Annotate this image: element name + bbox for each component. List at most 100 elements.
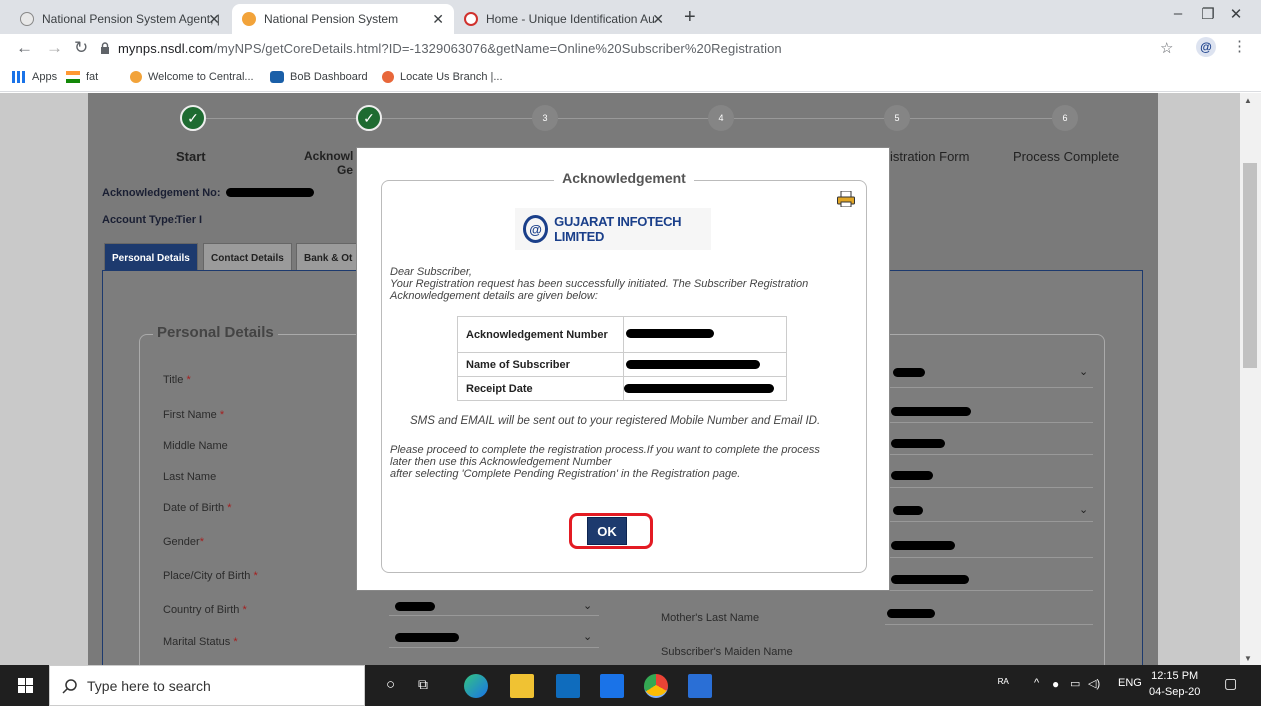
step-connector	[910, 118, 1052, 119]
step-3-indicator: 3	[532, 105, 558, 131]
back-icon[interactable]: ←	[16, 38, 33, 58]
chrome-icon[interactable]	[644, 674, 668, 698]
photos-icon[interactable]	[688, 674, 712, 698]
close-window-icon[interactable]: ✕	[1226, 5, 1246, 23]
field-label-mothers-last-name: Mother's Last Name	[661, 612, 760, 624]
tab-personal-details[interactable]: Personal Details	[104, 243, 198, 273]
acknowledgement-dialog: Acknowledgement @ GUJARAT INFOTECH LIMIT…	[356, 147, 890, 591]
tab-title: National Pension System	[264, 12, 399, 26]
proceed-line-1: Please proceed to complete the registrat…	[390, 444, 820, 456]
lock-icon	[101, 42, 109, 54]
mail-icon[interactable]	[600, 674, 624, 698]
locate-favicon-icon	[382, 71, 394, 83]
country-select-underline	[389, 615, 599, 616]
file-explorer-icon[interactable]	[510, 674, 534, 698]
bookmarks-bar: Apps fat Welcome to Central... BoB Dashb…	[0, 64, 1261, 92]
clock-date: 04-Sep-20	[1149, 686, 1201, 698]
close-tab-icon[interactable]: ✕	[208, 11, 220, 28]
chrome-tray-icon[interactable]: ●	[1052, 677, 1059, 691]
scroll-up-icon[interactable]: ▲	[1244, 96, 1252, 105]
volume-icon[interactable]: ◁)	[1088, 677, 1100, 690]
tab-title: National Pension System Agent, |	[42, 12, 220, 26]
people-icon[interactable]: ᴿᴬ	[998, 676, 1009, 690]
site-favicon-icon	[20, 12, 34, 26]
store-icon[interactable]	[556, 674, 580, 698]
browser-tab-strip: National Pension System Agent, | ✕ Natio…	[0, 0, 1261, 34]
step-1-label: Start	[176, 149, 206, 164]
notifications-icon[interactable]: ▢	[1224, 675, 1237, 692]
right-field-redacted	[891, 575, 969, 584]
search-placeholder: Type here to search	[87, 678, 211, 694]
uidai-favicon-icon	[464, 12, 478, 26]
marital-select-underline	[389, 647, 599, 648]
step-5-indicator: 5	[884, 105, 910, 131]
step-connector	[734, 118, 896, 119]
nps-favicon-icon	[242, 12, 256, 26]
field-label-place-of-birth: Place/City of Birth *	[163, 570, 258, 582]
browser-tab-uidai[interactable]: Home - Unique Identification Au ✕	[454, 4, 674, 34]
step-1-check-icon: ✓	[180, 105, 206, 131]
scrollbar-thumb[interactable]	[1243, 163, 1257, 368]
greeting-text: Dear Subscriber,	[390, 266, 472, 278]
menu-kebab-icon[interactable]: ⋮	[1232, 37, 1247, 55]
profile-avatar-icon[interactable]: @	[1196, 37, 1216, 57]
edge-icon[interactable]	[464, 674, 488, 698]
reload-icon[interactable]: ↻	[74, 38, 88, 58]
minimize-icon[interactable]: –	[1168, 5, 1188, 22]
dialog-title-wrap: Acknowledgement	[357, 170, 891, 186]
task-view-icon[interactable]: ⧉	[418, 676, 428, 693]
field-label-dob: Date of Birth *	[163, 502, 231, 514]
tab-contact-details[interactable]: Contact Details	[203, 243, 292, 273]
step-6-label: Process Complete	[1013, 149, 1120, 164]
account-type-value: Tier I	[176, 214, 203, 226]
tab-bank-other[interactable]: Bank & Ot	[296, 243, 361, 273]
step-6-indicator: 6	[1052, 105, 1078, 131]
bookmark-central[interactable]: Welcome to Central...	[130, 71, 254, 83]
browser-tab-agent[interactable]: National Pension System Agent, | ✕	[10, 4, 230, 34]
label-text: First Name	[163, 409, 217, 421]
required-asterisk: *	[242, 604, 247, 616]
windows-start-icon[interactable]	[18, 678, 33, 693]
bookmark-bob[interactable]: BoB Dashboard	[270, 71, 368, 83]
system-clock[interactable]: 12:15 PM 04-Sep-20	[1149, 668, 1200, 700]
chevron-up-icon[interactable]: ^	[1034, 677, 1039, 689]
chevron-down-icon[interactable]: ⌄	[1079, 365, 1088, 378]
bookmark-label: Locate Us Branch |...	[400, 71, 503, 83]
browser-tab-nps[interactable]: National Pension System ✕	[232, 4, 454, 34]
scroll-down-icon[interactable]: ▼	[1244, 654, 1252, 663]
forward-icon[interactable]: →	[46, 38, 63, 58]
ok-button[interactable]: OK	[587, 517, 627, 545]
chevron-down-icon[interactable]: ⌄	[1079, 503, 1088, 516]
required-asterisk: *	[253, 570, 258, 582]
network-icon[interactable]: ▭	[1070, 677, 1080, 690]
field-label-gender: Gender*	[163, 536, 204, 548]
intro-line-1: Your Registration request has been succe…	[390, 278, 809, 290]
right-field-redacted	[893, 506, 923, 515]
url-field[interactable]: mynps.nsdl.com/myNPS/getCoreDetails.html…	[118, 41, 782, 56]
marital-status-redacted	[395, 633, 459, 642]
bookmark-star-icon[interactable]: ☆	[1160, 39, 1173, 57]
company-logo: @ GUJARAT INFOTECH LIMITED	[515, 208, 711, 250]
address-bar: ← → ↻ mynps.nsdl.com/myNPS/getCoreDetail…	[0, 34, 1261, 64]
bookmark-apps[interactable]: Apps	[12, 71, 57, 83]
taskbar-search-box[interactable]: Type here to search	[49, 665, 365, 706]
language-indicator[interactable]: ENG	[1118, 677, 1142, 689]
printer-icon[interactable]	[837, 191, 855, 207]
row-label-subscriber-name: Name of Subscriber	[457, 352, 624, 377]
logo-mark-icon: @	[523, 215, 549, 243]
proceed-line-2: later then use this Acknowledgement Numb…	[390, 456, 612, 468]
bookmark-locate[interactable]: Locate Us Branch |...	[382, 71, 503, 83]
new-tab-icon[interactable]: +	[684, 6, 696, 29]
cortana-icon[interactable]: ○	[386, 676, 395, 693]
close-tab-icon[interactable]: ✕	[652, 11, 664, 28]
chevron-down-icon[interactable]: ⌄	[583, 630, 592, 643]
right-field-underline	[889, 422, 1093, 423]
close-tab-icon[interactable]: ✕	[432, 11, 444, 28]
bookmark-fat[interactable]: fat	[66, 71, 98, 83]
chevron-down-icon[interactable]: ⌄	[583, 599, 592, 612]
step-5-label: istration Form	[890, 149, 970, 164]
restore-icon[interactable]: ❐	[1198, 5, 1218, 23]
right-field-underline	[889, 387, 1093, 388]
url-host: mynps.nsdl.com	[118, 41, 214, 56]
bookmark-label: fat	[86, 71, 99, 83]
